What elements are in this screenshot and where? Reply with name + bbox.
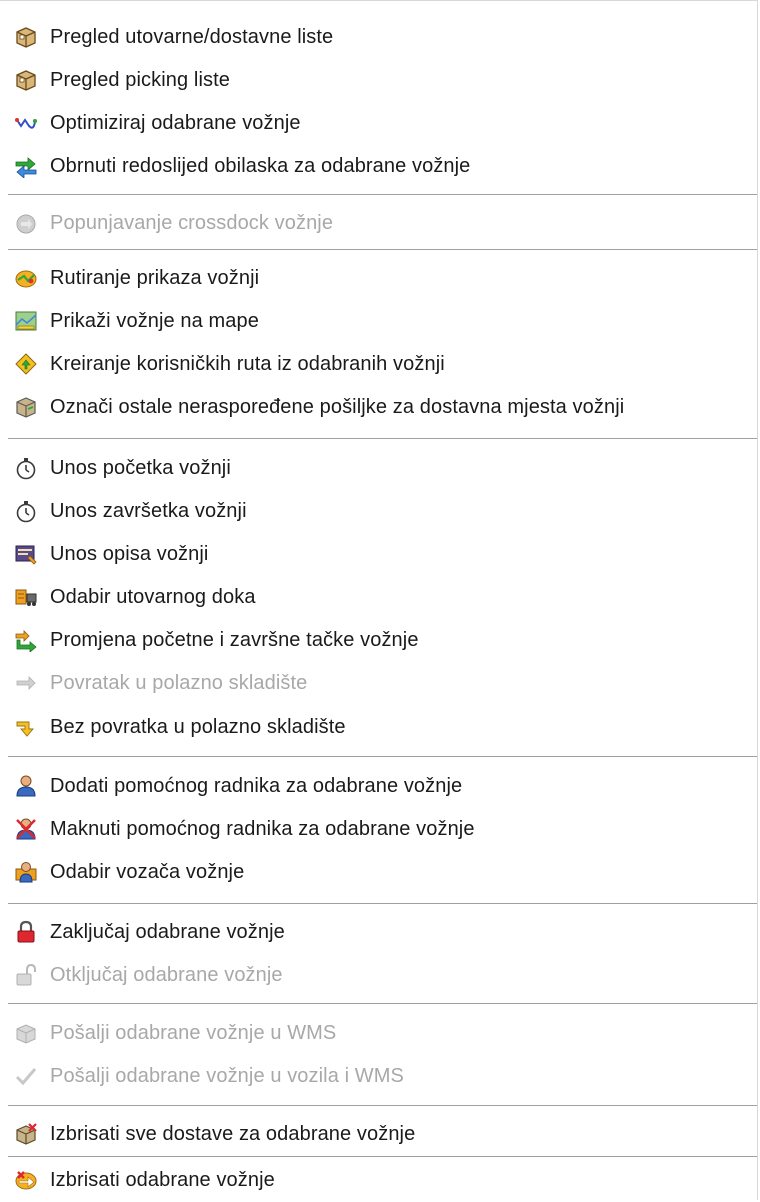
unlock-icon: [12, 961, 40, 989]
menu-item-label: Prikaži vožnje na mape: [50, 309, 259, 332]
menu-item-return-to-warehouse[interactable]: Povratak u polazno skladište: [12, 667, 753, 699]
menu-item-enter-end[interactable]: Unos završetka vožnji: [12, 495, 753, 527]
menu-item-label: Pregled utovarne/dostavne liste: [50, 25, 334, 48]
menu-item-remove-helper[interactable]: Maknuti pomoćnog radnika za odabrane vož…: [12, 813, 753, 845]
delete-trips-icon: [12, 1166, 40, 1194]
menu-item-send-to-vehicles-and-wms[interactable]: Pošalji odabrane vožnje u vozila i WMS: [12, 1060, 753, 1092]
menu-item-view-loading-list[interactable]: Pregled utovarne/dostavne liste: [12, 21, 753, 53]
stopwatch-icon: [12, 497, 40, 525]
description-icon: [12, 540, 40, 568]
menu-item-label: Popunjavanje crossdock vožnje: [50, 211, 334, 234]
menu-item-label: Zaključaj odabrane vožnje: [50, 920, 285, 943]
menu-item-select-driver[interactable]: Odabir vozača vožnje: [12, 856, 753, 888]
menu-item-label: Povratak u polazno skladište: [50, 671, 308, 694]
menu-item-enter-description[interactable]: Unos opisa vožnji: [12, 538, 753, 570]
menu-item-send-to-wms[interactable]: Pošalji odabrane vožnje u WMS: [12, 1017, 753, 1049]
menu-item-label: Pošalji odabrane vožnje u vozila i WMS: [50, 1064, 404, 1087]
menu-item-label: Otključaj odabrane vožnje: [50, 963, 283, 986]
menu-item-label: Bez povratka u polazno skladište: [50, 715, 346, 738]
menu-item-fill-crossdock[interactable]: Popunjavanje crossdock vožnje: [12, 207, 753, 239]
context-menu: Pregled utovarne/dostavne liste Pregled …: [0, 0, 758, 1200]
driver-icon: [12, 858, 40, 886]
menu-item-label: Izbrisati sve dostave za odabrane vožnje: [50, 1122, 416, 1145]
menu-item-routing-view[interactable]: Rutiranje prikaza vožnji: [12, 262, 753, 294]
menu-separator: [8, 194, 757, 195]
menu-separator: [8, 903, 757, 904]
menu-item-reverse-order[interactable]: Obrnuti redoslijed obilaska za odabrane …: [12, 150, 753, 182]
dock-icon: [12, 583, 40, 611]
menu-item-label: Odabir vozača vožnje: [50, 860, 245, 883]
menu-item-label: Kreiranje korisničkih ruta iz odabranih …: [50, 352, 445, 375]
create-route-icon: [12, 350, 40, 378]
menu-item-label: Označi ostale neraspoređene pošiljke za …: [50, 395, 625, 418]
routing-icon: [12, 264, 40, 292]
menu-item-no-return-to-warehouse[interactable]: Bez povratka u polazno skladište: [12, 711, 753, 743]
shipment-icon: [12, 393, 40, 421]
box-icon: [12, 23, 40, 51]
menu-item-label: Pošalji odabrane vožnje u WMS: [50, 1021, 337, 1044]
menu-item-delete-all-deliveries[interactable]: Izbrisati sve dostave za odabrane vožnje: [12, 1118, 753, 1150]
menu-item-lock-trips[interactable]: Zaključaj odabrane vožnje: [12, 916, 753, 948]
person-add-icon: [12, 772, 40, 800]
map-icon: [12, 307, 40, 335]
send-wms-icon: [12, 1019, 40, 1047]
arrow-right-icon: [12, 669, 40, 697]
menu-item-mark-unassigned-shipments[interactable]: Označi ostale neraspoređene pošiljke za …: [12, 391, 753, 423]
crossdock-icon: [12, 209, 40, 237]
menu-separator: [8, 1105, 757, 1106]
menu-item-create-user-routes[interactable]: Kreiranje korisničkih ruta iz odabranih …: [12, 348, 753, 380]
menu-separator: [8, 438, 757, 439]
menu-item-view-picking-list[interactable]: Pregled picking liste: [12, 64, 753, 96]
route-optimize-icon: [12, 109, 40, 137]
menu-item-label: Unos završetka vožnji: [50, 499, 247, 522]
lock-icon: [12, 918, 40, 946]
menu-item-delete-trips[interactable]: Izbrisati odabrane vožnje: [12, 1164, 753, 1196]
menu-item-label: Optimiziraj odabrane vožnje: [50, 111, 301, 134]
menu-item-show-on-map[interactable]: Prikaži vožnje na mape: [12, 305, 753, 337]
menu-item-add-helper[interactable]: Dodati pomoćnog radnika za odabrane vožn…: [12, 770, 753, 802]
checkmark-icon: [12, 1062, 40, 1090]
arrow-down-right-icon: [12, 713, 40, 741]
menu-item-label: Dodati pomoćnog radnika za odabrane vožn…: [50, 774, 463, 797]
menu-item-label: Pregled picking liste: [50, 68, 230, 91]
menu-item-select-loading-dock[interactable]: Odabir utovarnog doka: [12, 581, 753, 613]
menu-item-label: Unos početka vožnji: [50, 456, 231, 479]
menu-item-label: Promjena početne i završne tačke vožnje: [50, 628, 419, 651]
delete-deliveries-icon: [12, 1120, 40, 1148]
menu-separator: [8, 249, 757, 250]
menu-item-enter-start[interactable]: Unos početka vožnji: [12, 452, 753, 484]
menu-item-label: Obrnuti redoslijed obilaska za odabrane …: [50, 154, 471, 177]
menu-item-label: Rutiranje prikaza vožnji: [50, 266, 260, 289]
menu-separator: [8, 1156, 757, 1157]
change-points-icon: [12, 626, 40, 654]
box-icon: [12, 66, 40, 94]
menu-item-optimize-trips[interactable]: Optimiziraj odabrane vožnje: [12, 107, 753, 139]
menu-separator: [8, 756, 757, 757]
menu-item-label: Odabir utovarnog doka: [50, 585, 256, 608]
stopwatch-icon: [12, 454, 40, 482]
menu-item-label: Maknuti pomoćnog radnika za odabrane vož…: [50, 817, 475, 840]
menu-item-unlock-trips[interactable]: Otključaj odabrane vožnje: [12, 959, 753, 991]
menu-item-change-start-end-points[interactable]: Promjena početne i završne tačke vožnje: [12, 624, 753, 656]
reverse-route-icon: [12, 152, 40, 180]
menu-separator: [8, 1003, 757, 1004]
person-remove-icon: [12, 815, 40, 843]
menu-item-label: Unos opisa vožnji: [50, 542, 209, 565]
menu-item-label: Izbrisati odabrane vožnje: [50, 1168, 275, 1191]
